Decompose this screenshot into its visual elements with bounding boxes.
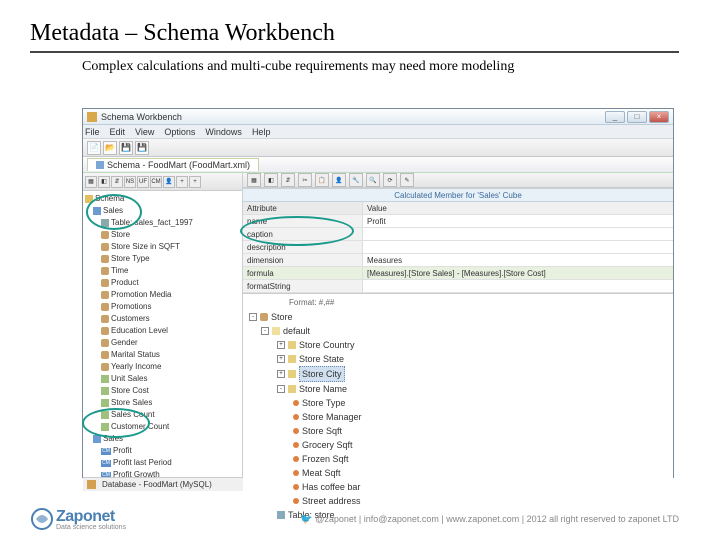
- ed-icon[interactable]: ✎: [400, 173, 414, 187]
- ed-icon[interactable]: ⟳: [383, 173, 397, 187]
- ed-icon[interactable]: ✂: [298, 173, 312, 187]
- zoom-prop[interactable]: Street address: [249, 494, 667, 508]
- tree-dim[interactable]: Gender: [85, 337, 242, 349]
- schema-tab[interactable]: Schema - FoodMart (FoodMart.xml): [87, 158, 259, 171]
- window-titlebar: Schema Workbench _ □ ×: [83, 109, 673, 125]
- editor-banner: Calculated Member for 'Sales' Cube: [243, 188, 673, 202]
- document-tabs: Schema - FoodMart (FoodMart.xml): [83, 157, 673, 173]
- save-as-icon[interactable]: 💾: [135, 141, 149, 155]
- zoom-level-selected[interactable]: +Store City: [249, 366, 667, 382]
- tree-cm[interactable]: CMProfit Growth: [85, 469, 242, 477]
- tree-more2-icon[interactable]: +: [189, 176, 201, 188]
- tree-dim[interactable]: Product: [85, 277, 242, 289]
- tree-toolbar: ▦ ◧ ⇵ NS UF CM 👤 + +: [83, 173, 242, 191]
- zoom-parent[interactable]: -Store: [249, 310, 667, 324]
- tree-dim[interactable]: Promotion Media: [85, 289, 242, 301]
- highlight-ring: [82, 408, 150, 438]
- highlight-ring: [86, 194, 142, 230]
- tab-label: Schema - FoodMart (FoodMart.xml): [107, 160, 250, 170]
- maximize-button[interactable]: □: [627, 111, 647, 123]
- tree-meas[interactable]: Store Sales: [85, 397, 242, 409]
- ed-icon[interactable]: 📋: [315, 173, 329, 187]
- app-window: Schema Workbench _ □ × File Edit View Op…: [82, 108, 674, 478]
- brand-tagline: Data science solutions: [56, 524, 126, 531]
- tree-dim[interactable]: Education Level: [85, 325, 242, 337]
- footer-text: 🐦 @zaponet | info@zaponet.com | www.zapo…: [300, 514, 679, 525]
- tree-meas[interactable]: Unit Sales: [85, 373, 242, 385]
- highlight-ring: [240, 216, 354, 246]
- zoom-level[interactable]: +Store State: [249, 352, 667, 366]
- menu-windows[interactable]: Windows: [205, 127, 242, 137]
- ed-icon[interactable]: ◧: [264, 173, 278, 187]
- slide-subtitle: Complex calculations and multi-cube requ…: [0, 57, 709, 79]
- tree-dim[interactable]: Store: [85, 229, 242, 241]
- zoom-prop[interactable]: Has coffee bar: [249, 480, 667, 494]
- slide-title: Metadata – Schema Workbench: [0, 0, 709, 51]
- status-text: Database - FoodMart (MySQL): [102, 480, 212, 489]
- editor-toolbar: ▦ ◧ ⇵ ✂ 📋 👤 🔧 🔍 ⟳ ✎: [243, 173, 673, 188]
- app-icon: [87, 112, 97, 122]
- ed-icon[interactable]: 👤: [332, 173, 346, 187]
- tree-more-icon[interactable]: +: [176, 176, 188, 188]
- menu-view[interactable]: View: [135, 127, 154, 137]
- add-cm-icon[interactable]: CM: [150, 176, 162, 188]
- save-icon[interactable]: 💾: [119, 141, 133, 155]
- zoom-prop[interactable]: Meat Sqft: [249, 466, 667, 480]
- add-role-icon[interactable]: 👤: [163, 176, 175, 188]
- tree-dim[interactable]: Store Size in SQFT: [85, 241, 242, 253]
- open-icon[interactable]: 📂: [103, 141, 117, 155]
- close-button[interactable]: ×: [649, 111, 669, 123]
- tree-cm[interactable]: CMProfit last Period: [85, 457, 242, 469]
- prop-row[interactable]: dimensionMeasures: [243, 254, 673, 267]
- zoom-prop[interactable]: Grocery Sqft: [249, 438, 667, 452]
- prop-row[interactable]: formatString: [243, 280, 673, 293]
- twitter-icon: 🐦: [300, 514, 312, 525]
- menu-edit[interactable]: Edit: [110, 127, 126, 137]
- add-hier-icon[interactable]: ⇵: [111, 176, 123, 188]
- new-icon[interactable]: 📄: [87, 141, 101, 155]
- tree-dim[interactable]: Promotions: [85, 301, 242, 313]
- ed-icon[interactable]: ⇵: [281, 173, 295, 187]
- tree-cm[interactable]: CMProfit: [85, 445, 242, 457]
- zoom-prop[interactable]: Store Type: [249, 396, 667, 410]
- schema-icon: [96, 161, 104, 169]
- tree-dim[interactable]: Store Type: [85, 253, 242, 265]
- add-udf-icon[interactable]: UF: [137, 176, 149, 188]
- window-title: Schema Workbench: [101, 112, 605, 122]
- add-dim-icon[interactable]: ◧: [98, 176, 110, 188]
- prop-header: Attribute Value: [243, 202, 673, 215]
- tree-dim[interactable]: Time: [85, 265, 242, 277]
- minimize-button[interactable]: _: [605, 111, 625, 123]
- ed-icon[interactable]: 🔍: [366, 173, 380, 187]
- prop-row[interactable]: formula[Measures].[Store Sales] - [Measu…: [243, 267, 673, 280]
- db-icon: [87, 480, 96, 489]
- menu-options[interactable]: Options: [164, 127, 195, 137]
- menu-bar: File Edit View Options Windows Help: [83, 125, 673, 139]
- add-ns-icon[interactable]: NS: [124, 176, 136, 188]
- slide-footer: Zaponet Data science solutions 🐦 @zapone…: [30, 507, 709, 531]
- ed-icon[interactable]: ▦: [247, 173, 261, 187]
- zoom-prop[interactable]: Store Manager: [249, 410, 667, 424]
- menu-help[interactable]: Help: [252, 127, 271, 137]
- ed-icon[interactable]: 🔧: [349, 173, 363, 187]
- hierarchy-zoom[interactable]: Format: #,## -Store -default +Store Coun…: [243, 294, 673, 524]
- zoom-prop[interactable]: Store Sqft: [249, 424, 667, 438]
- menu-file[interactable]: File: [85, 127, 100, 137]
- add-cube-icon[interactable]: ▦: [85, 176, 97, 188]
- tree-dim[interactable]: Yearly Income: [85, 361, 242, 373]
- tree-dim[interactable]: Customers: [85, 313, 242, 325]
- zoom-level[interactable]: +Store Country: [249, 338, 667, 352]
- zoom-level[interactable]: -Store Name: [249, 382, 667, 396]
- tree-meas[interactable]: Store Cost: [85, 385, 242, 397]
- main-toolbar: 📄 📂 💾 💾: [83, 139, 673, 157]
- format-hint: Format: #,##: [249, 296, 667, 310]
- zoom-folder[interactable]: -default: [249, 324, 667, 338]
- zoom-prop[interactable]: Frozen Sqft: [249, 452, 667, 466]
- tree-dim[interactable]: Marital Status: [85, 349, 242, 361]
- brand-logo: Zaponet Data science solutions: [30, 507, 126, 531]
- title-underline: [30, 51, 679, 53]
